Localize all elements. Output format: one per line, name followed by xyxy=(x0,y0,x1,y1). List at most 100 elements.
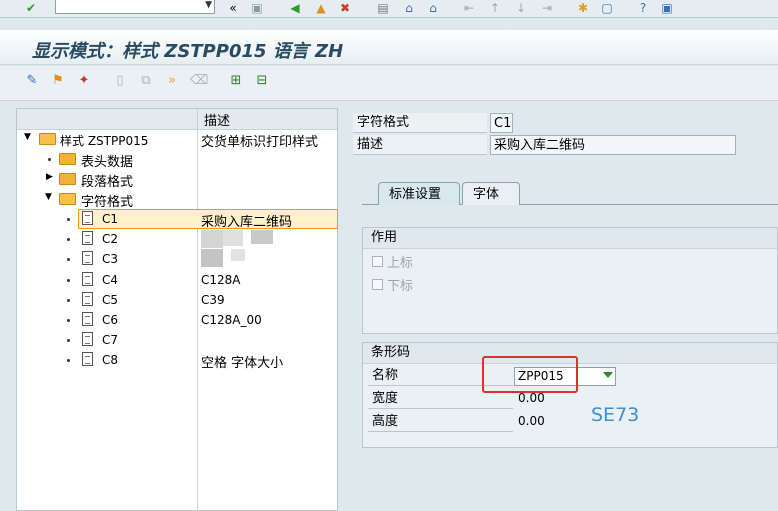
tree-node-desc: 交货单标识打印样式 xyxy=(201,135,319,150)
blurred-text xyxy=(223,230,243,246)
document-icon xyxy=(82,292,93,306)
tree-node-label: C5 xyxy=(102,293,119,307)
effect-group-title: 作用 xyxy=(363,228,777,249)
tree-node-header-data[interactable]: 表头数据 xyxy=(17,149,337,170)
blurred-text xyxy=(201,230,223,248)
tree-node-label: C4 xyxy=(102,273,119,287)
last-page-icon[interactable]: ⇥ xyxy=(540,1,554,15)
copy-icon[interactable]: ⧉ xyxy=(138,73,154,89)
display-change-icon[interactable]: ✎ xyxy=(24,73,40,89)
bullet-icon xyxy=(67,339,70,342)
enter-check-icon[interactable]: ✔ xyxy=(24,1,38,15)
bullet-icon xyxy=(67,299,70,302)
char-format-label: 字符格式 xyxy=(353,113,487,133)
layout-menu-icon[interactable]: ▣ xyxy=(660,1,674,15)
document-icon xyxy=(82,211,93,225)
tree-node-c3[interactable]: C3 xyxy=(17,249,337,269)
open-folder-icon xyxy=(39,133,56,145)
description-label: 描述 xyxy=(353,135,487,155)
tree-node-style[interactable]: ▼ 样式 ZSTPP015 交货单标识打印样式 xyxy=(17,129,337,150)
description-field: 采购入库二维码 xyxy=(490,135,736,155)
wand-icon[interactable]: ✦ xyxy=(76,73,92,89)
char-format-field: C1 xyxy=(490,113,513,133)
superscript-label: 上标 xyxy=(387,256,414,271)
collapse-icon[interactable]: ⊟ xyxy=(254,73,270,89)
tree-node-label: 段落格式 xyxy=(81,175,134,190)
document-icon xyxy=(82,272,93,286)
dropdown-arrow-icon[interactable] xyxy=(603,372,613,378)
tree-node-character-formats[interactable]: ▼ 字符格式 xyxy=(17,189,337,210)
tab-standard-settings[interactable]: 标准设置 xyxy=(378,182,460,205)
tree-node-c6[interactable]: C6 C128A_00 xyxy=(17,310,337,330)
tree-node-label: 样式 ZSTPP015 xyxy=(60,134,149,148)
document-icon xyxy=(82,332,93,346)
tree-node-c4[interactable]: C4 C128A xyxy=(17,270,337,290)
find-next-icon[interactable]: ⌂ xyxy=(426,1,440,15)
tree-node-label: C1 xyxy=(102,212,119,226)
tree-node-desc: 采购入库二维码 xyxy=(201,215,293,230)
hierarchy-icon[interactable]: ⚑ xyxy=(50,73,66,89)
barcode-height-label: 高度 xyxy=(368,412,513,432)
tree-node-c8[interactable]: C8 空格 字体大小 xyxy=(17,350,337,371)
barcode-width-value: 0.00 xyxy=(518,391,545,405)
folder-icon xyxy=(59,173,76,185)
bullet-icon xyxy=(67,218,70,221)
tree-node-desc: 空格 字体大小 xyxy=(201,356,284,371)
tree-header xyxy=(17,109,337,130)
first-page-icon[interactable]: ⇤ xyxy=(462,1,476,15)
find-icon[interactable]: ⌂ xyxy=(402,1,416,15)
blurred-text xyxy=(231,249,245,261)
tree-node-label: C2 xyxy=(102,232,119,246)
collapsed-arrow-icon[interactable]: ▶ xyxy=(46,172,53,182)
delete-icon[interactable]: ⌫ xyxy=(190,73,208,89)
next-page-icon[interactable]: ↓ xyxy=(514,1,528,15)
document-icon xyxy=(82,231,93,245)
back-icon[interactable]: ◀ xyxy=(288,1,302,15)
bullet-icon xyxy=(67,279,70,282)
back-double-icon[interactable]: « xyxy=(226,1,240,15)
prev-page-icon[interactable]: ↑ xyxy=(488,1,502,15)
folder-icon xyxy=(59,153,76,165)
move-icon[interactable]: » xyxy=(164,73,180,89)
tree-node-c5[interactable]: C5 C39 xyxy=(17,290,337,310)
tree-node-label: C6 xyxy=(102,313,119,327)
effect-group: 作用 xyxy=(362,227,778,334)
tree-node-label: C3 xyxy=(102,252,119,266)
subscript-checkbox[interactable] xyxy=(372,279,383,290)
tree-node-label: 表头数据 xyxy=(81,155,134,170)
exit-icon[interactable]: ▲ xyxy=(314,1,328,15)
document-icon xyxy=(82,251,93,265)
blurred-text xyxy=(201,249,223,267)
tree-node-label: 字符格式 xyxy=(81,195,134,210)
new-session-icon[interactable]: ✱ xyxy=(576,1,590,15)
bullet-icon xyxy=(67,319,70,322)
bullet-icon xyxy=(67,258,70,261)
open-folder-icon xyxy=(59,193,76,205)
page-title: 显示模式：样式 ZSTPP015 语言 ZH xyxy=(32,41,344,62)
annotation-text: SE73 xyxy=(591,404,640,426)
expand-icon[interactable]: ⊞ xyxy=(228,73,244,89)
tree-node-desc: C128A_00 xyxy=(201,313,262,327)
tree-node-c7[interactable]: C7 xyxy=(17,330,337,350)
save-icon[interactable]: ▣ xyxy=(250,1,264,15)
expand-arrow-icon[interactable]: ▼ xyxy=(24,132,31,142)
create-icon[interactable]: ▯ xyxy=(112,73,128,89)
document-icon xyxy=(82,312,93,326)
blurred-text xyxy=(251,230,273,244)
tree-node-paragraph-formats[interactable]: ▶ 段落格式 xyxy=(17,169,337,190)
red-highlight-box xyxy=(482,356,578,393)
tab-font[interactable]: 字体 xyxy=(462,182,520,205)
help-icon[interactable]: ? xyxy=(636,1,650,15)
chevron-down-icon[interactable]: ▼ xyxy=(205,0,212,10)
superscript-checkbox[interactable] xyxy=(372,256,383,267)
tree-node-c1[interactable]: C1 采购入库二维码 xyxy=(17,209,337,230)
document-icon xyxy=(82,352,93,366)
print-icon[interactable]: ▤ xyxy=(376,1,390,15)
bullet-icon xyxy=(67,359,70,362)
tree-node-c2[interactable]: C2 xyxy=(17,229,337,249)
command-field[interactable]: ▼ xyxy=(55,0,215,14)
cancel-icon[interactable]: ✖ xyxy=(338,1,352,15)
shortcut-icon[interactable]: ▢ xyxy=(600,1,614,15)
expand-arrow-icon[interactable]: ▼ xyxy=(45,192,52,202)
column-header-description: 描述 xyxy=(204,114,231,129)
